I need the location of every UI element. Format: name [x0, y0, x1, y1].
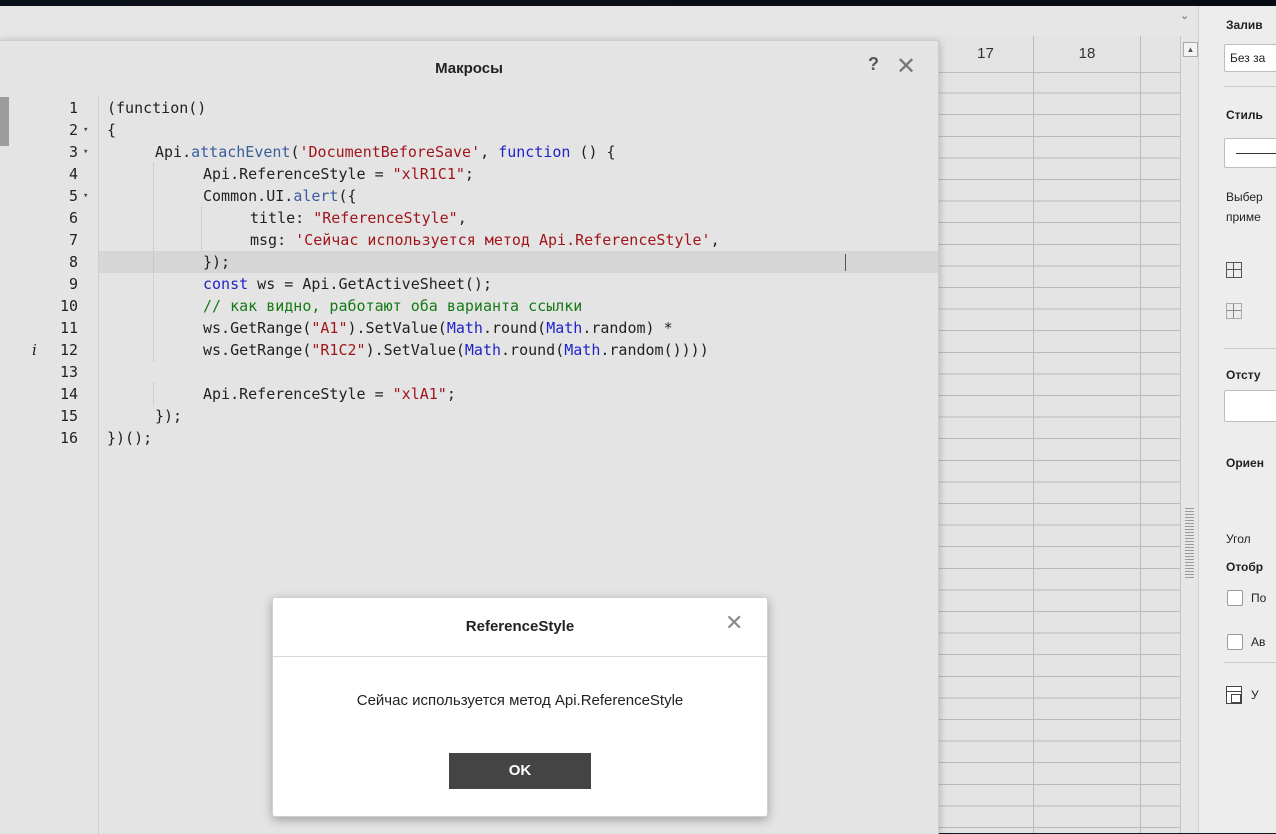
line-number: 4	[68, 165, 78, 183]
code-line-3: Api.attachEvent('DocumentBeforeSave', fu…	[155, 143, 616, 161]
app-top-bar: ⌄	[0, 6, 1198, 36]
line-number: 12	[59, 341, 78, 359]
orientation-heading: Ориен	[1226, 456, 1264, 470]
line-number: 9	[68, 275, 78, 293]
fill-select-value: Без за	[1230, 51, 1266, 65]
grid-column-divider	[1033, 36, 1034, 833]
line-number: 14	[59, 385, 78, 403]
macros-dialog-title: Макросы	[435, 60, 503, 77]
alert-message: Сейчас используется метод Api.ReferenceS…	[356, 692, 684, 709]
alert-title: ReferenceStyle	[465, 618, 575, 635]
line-number: 5	[68, 187, 78, 205]
code-line-5: Common.UI.alert({	[203, 187, 357, 205]
info-annotation-icon[interactable]: i	[32, 339, 37, 361]
indent-input[interactable]	[1224, 390, 1276, 422]
line-number: 6	[68, 209, 78, 227]
border-style-heading: Стиль	[1226, 108, 1263, 122]
fold-toggle-icon[interactable]: ▾	[83, 141, 88, 163]
code-line-12: ws.GetRange("R1C2").SetValue(Math.round(…	[203, 341, 709, 359]
fold-toggle-icon[interactable]: ▾	[83, 119, 88, 141]
code-line-7: msg: 'Сейчас используется метод Api.Refe…	[250, 231, 720, 249]
code-line-16: })();	[107, 429, 153, 447]
checkbox-1-label: По	[1251, 591, 1267, 605]
display-heading: Отобр	[1226, 560, 1264, 574]
border-style-select[interactable]	[1224, 138, 1276, 168]
column-header-17[interactable]: 17	[938, 36, 1034, 72]
select-hint-line-1: Выбер	[1226, 190, 1263, 204]
cell-settings-icon[interactable]	[1226, 686, 1242, 704]
close-icon[interactable]: ✕	[896, 52, 916, 80]
ok-button[interactable]: OK	[449, 753, 591, 789]
fill-heading: Залив	[1226, 18, 1263, 32]
grid-column-divider	[1140, 36, 1141, 833]
fold-toggle-icon[interactable]: ▾	[83, 185, 88, 207]
text-cursor	[845, 254, 846, 271]
code-line-8: });	[203, 253, 231, 271]
code-line-2: {	[107, 121, 117, 139]
divider	[1224, 86, 1276, 87]
all-borders-icon[interactable]	[1226, 262, 1242, 278]
code-line-6: title: "ReferenceStyle",	[250, 209, 467, 227]
line-number: 10	[59, 297, 78, 315]
select-hint-line-2: приме	[1226, 210, 1261, 224]
indent-guide	[201, 207, 202, 251]
line-number: 15	[59, 407, 78, 425]
indent-guide	[153, 163, 154, 361]
indent-guide	[153, 383, 154, 405]
advanced-settings-link[interactable]: У	[1251, 688, 1259, 702]
line-number: 16	[59, 429, 78, 447]
close-icon[interactable]: ✕	[725, 610, 743, 638]
alert-dialog: ReferenceStyle ✕ Сейчас используется мет…	[272, 597, 768, 817]
line-style-icon	[1236, 153, 1276, 154]
checkbox-1[interactable]	[1227, 590, 1243, 606]
code-line-4: Api.ReferenceStyle = "xlR1C1";	[203, 165, 474, 183]
scrollbar-thumb[interactable]	[1185, 508, 1194, 578]
code-line-10: // как видно, работают оба варианта ссыл…	[203, 297, 583, 315]
scroll-up-icon[interactable]: ▲	[1183, 42, 1198, 57]
line-number: 2	[68, 121, 78, 139]
code-line-11: ws.GetRange("A1").SetValue(Math.round(Ma…	[203, 319, 673, 337]
divider	[1224, 348, 1276, 349]
line-number: 11	[59, 319, 78, 337]
fill-select[interactable]: Без за	[1224, 44, 1276, 72]
column-header-18[interactable]: 18	[1034, 36, 1141, 72]
indent-heading: Отсту	[1226, 368, 1261, 382]
checkbox-2-label: Ав	[1251, 635, 1266, 649]
divider	[1224, 662, 1276, 663]
vertical-scrollbar[interactable]: ▲	[1180, 36, 1199, 833]
code-line-15: });	[155, 407, 183, 425]
help-button[interactable]: ?	[868, 54, 879, 75]
checkbox-2[interactable]	[1227, 634, 1243, 650]
code-line-14: Api.ReferenceStyle = "xlA1";	[203, 385, 456, 403]
angle-label: Угол	[1226, 532, 1251, 546]
line-number: 13	[59, 363, 78, 381]
line-number: 7	[68, 231, 78, 249]
alert-header: ReferenceStyle ✕	[273, 598, 767, 657]
line-number: 3	[68, 143, 78, 161]
line-number: 1	[68, 99, 78, 117]
line-number: 8	[68, 253, 78, 271]
chevron-down-icon[interactable]: ⌄	[1180, 9, 1189, 22]
code-line-1: (function()	[107, 99, 207, 117]
inner-borders-icon[interactable]	[1226, 303, 1242, 319]
gutter-divider	[98, 97, 99, 834]
code-line-9: const ws = Api.GetActiveSheet();	[203, 275, 492, 293]
cell-settings-panel: Залив Без за Стиль Выбер приме Отсту Ори…	[1198, 6, 1276, 833]
